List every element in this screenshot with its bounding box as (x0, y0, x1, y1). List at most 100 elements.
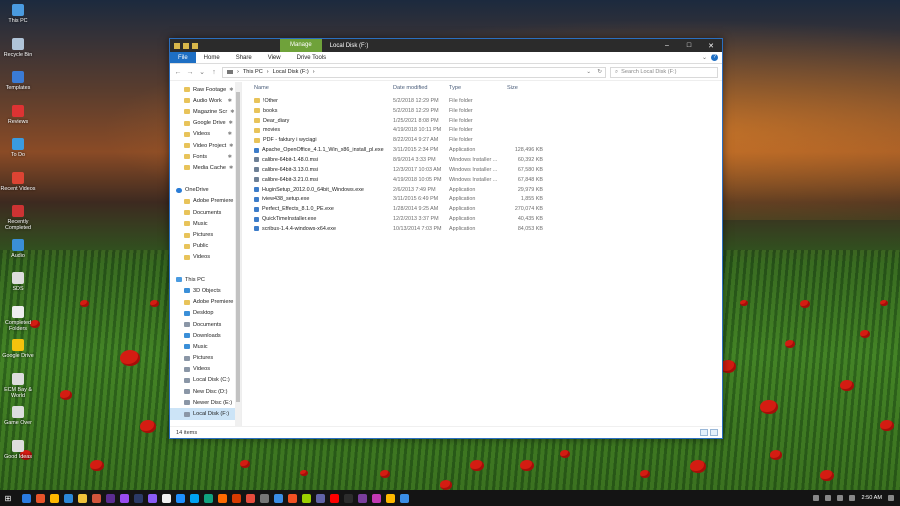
forward-arrow-icon[interactable]: → (186, 69, 194, 76)
taskbar-app-icon[interactable] (120, 493, 129, 503)
desktop-icon[interactable]: Audio (0, 238, 36, 273)
quick-access-toolbar[interactable] (170, 42, 280, 49)
column-date-modified[interactable]: Date modified (393, 85, 449, 91)
column-name[interactable]: Name (242, 85, 393, 91)
nav-item[interactable]: Videos ✱ (170, 129, 241, 140)
taskbar-app-icon[interactable] (64, 493, 73, 503)
address-dropdown-icon[interactable]: ⌄ (586, 69, 591, 75)
nav-item[interactable]: Raw Footage ✱ (170, 84, 241, 95)
taskbar-app-icon[interactable] (50, 493, 59, 503)
nav-item[interactable]: Fonts ✱ (170, 151, 241, 162)
breadcrumb-current[interactable]: Local Disk (F:) (273, 69, 309, 75)
taskbar-app-icon[interactable] (232, 493, 241, 503)
nav-item[interactable]: Local Disk (F:) (170, 408, 241, 420)
desktop-icon[interactable]: Recycle Bin (0, 37, 36, 72)
desktop-icon[interactable]: Recent Videos (0, 171, 36, 206)
ribbon-tab-file[interactable]: File (170, 52, 196, 63)
taskbar-app-icon[interactable] (260, 493, 269, 503)
desktop-icon[interactable]: Google Drive (0, 339, 36, 373)
taskbar-app-icon[interactable] (22, 493, 31, 503)
nav-item[interactable]: Music (170, 341, 241, 352)
nav-item[interactable]: Adobe Premiere (170, 297, 241, 308)
nav-item[interactable]: Videos (170, 364, 241, 375)
address-bar[interactable]: › This PC › Local Disk (F:) › ⌄ ↻ (222, 66, 606, 78)
pin-icon[interactable]: ✱ (229, 143, 233, 149)
nav-item[interactable]: Videos (170, 252, 241, 263)
up-arrow-icon[interactable]: ↑ (210, 69, 218, 76)
taskbar-app-icon[interactable] (246, 493, 255, 503)
volume-icon[interactable] (837, 495, 844, 501)
file-row[interactable]: Dear_diary 1/25/2021 8:08 PM File folder (242, 116, 722, 126)
nav-item[interactable]: Desktop (170, 308, 241, 319)
breadcrumb-this-pc[interactable]: This PC (243, 69, 263, 75)
search-box[interactable]: ⌕ Search Local Disk (F:) (610, 66, 718, 78)
nav-item[interactable]: Magazine Scr ✱ (170, 106, 241, 117)
taskbar-app-icon[interactable] (288, 493, 297, 503)
taskbar-app-icon[interactable] (372, 493, 381, 503)
taskbar-app-icon[interactable] (204, 493, 213, 503)
taskbar-app-icon[interactable] (92, 493, 101, 503)
pin-icon[interactable]: ✱ (229, 87, 233, 93)
file-row[interactable]: calibre-64bit-3.21.0.msi 4/19/2018 10:05 … (242, 175, 722, 185)
desktop-icon[interactable]: Completed Folders (0, 305, 36, 340)
ribbon-tab-drive-tools[interactable]: Drive Tools (289, 52, 335, 63)
taskbar-app-icon[interactable] (358, 493, 367, 503)
column-size[interactable]: Size (507, 85, 543, 91)
taskbar-app-icon[interactable] (148, 493, 157, 503)
nav-item[interactable]: Pictures (170, 229, 241, 240)
pin-icon[interactable]: ✱ (228, 154, 232, 160)
desktop-icon[interactable]: Recently Completed (0, 205, 36, 239)
nav-item[interactable]: Downloads (170, 330, 241, 341)
taskbar-app-icon[interactable] (218, 493, 227, 503)
manage-tab[interactable]: Manage (280, 39, 322, 52)
pin-icon[interactable]: ✱ (228, 131, 232, 137)
taskbar-app-icon[interactable] (78, 493, 87, 503)
nav-item[interactable]: New Disc (D:) (170, 386, 241, 397)
back-arrow-icon[interactable]: ← (174, 69, 182, 76)
file-row[interactable]: !Other 5/2/2018 12:29 PM File folder (242, 96, 722, 106)
taskbar-app-icon[interactable] (344, 493, 353, 503)
file-row[interactable]: calibre-64bit-1.48.0.msi 8/9/2014 3:33 PM… (242, 155, 722, 165)
recent-locations-icon[interactable]: ⌄ (198, 68, 206, 76)
file-row[interactable]: movies 4/19/2018 10:11 PM File folder (242, 126, 722, 136)
taskbar-app-icon[interactable] (106, 493, 115, 503)
nav-scroll-thumb[interactable] (236, 92, 240, 402)
clock[interactable]: 2:50 AM (861, 495, 882, 501)
desktop-icon[interactable]: Good Ideas (0, 439, 36, 474)
maximize-icon[interactable]: □ (678, 42, 700, 50)
nav-item[interactable]: Music (170, 218, 241, 229)
desktop-icon[interactable]: This PC (0, 4, 36, 38)
refresh-icon[interactable]: ↻ (597, 69, 602, 75)
file-row[interactable]: calibre-64bit-3.13.0.msi 12/3/2017 10:03 … (242, 165, 722, 175)
desktop-icon[interactable]: ECM Bay & World (0, 372, 36, 407)
taskbar-app-icon[interactable] (190, 493, 199, 503)
minimize-icon[interactable]: – (656, 42, 678, 50)
file-row[interactable]: scribus-1.4.4-windows-x64.exe 10/13/2014 … (242, 224, 722, 234)
nav-item[interactable]: Audio Work ✱ (170, 95, 241, 106)
file-row[interactable]: iview438_setup.exe 3/11/2015 6:49 PM Appli… (242, 194, 722, 204)
file-row[interactable]: Apache_OpenOffice_4.1.1_Win_x86_install_… (242, 145, 722, 155)
close-icon[interactable]: ✕ (700, 42, 722, 50)
ribbon-tab-view[interactable]: View (260, 52, 289, 63)
nav-item[interactable]: This PC (170, 274, 241, 285)
desktop-icon[interactable]: Templates (0, 71, 36, 105)
taskbar-app-icon[interactable] (134, 493, 143, 503)
file-row[interactable]: PDF - faktury i wyciągi 8/22/2014 9:27 AM… (242, 135, 722, 145)
pin-icon[interactable]: ✱ (229, 120, 233, 126)
file-row[interactable]: HuginSetup_2012.0.0_64bit_Windows.exe 2/6… (242, 185, 722, 195)
help-icon[interactable]: ? (711, 54, 718, 61)
expand-ribbon-icon[interactable]: ⌄ (702, 54, 707, 61)
nav-item[interactable]: Newer Disc (E:) (170, 397, 241, 408)
taskbar-app-icon[interactable] (274, 493, 283, 503)
desktop-icon[interactable]: Game Over (0, 406, 36, 440)
taskbar-app-icon[interactable] (176, 493, 185, 503)
nav-item[interactable]: Media Cache ✱ (170, 162, 241, 173)
column-type[interactable]: Type (449, 85, 507, 91)
taskbar-app-icon[interactable] (386, 493, 395, 503)
nav-item[interactable]: Pictures (170, 353, 241, 364)
nav-scrollbar[interactable] (235, 82, 241, 426)
desktop-icon[interactable]: Reviews (0, 104, 36, 139)
nav-item[interactable]: 3D Objects (170, 285, 241, 296)
file-row[interactable]: Perfect_Effects_8.1.0_PE.exe 1/28/2014 9:… (242, 204, 722, 214)
taskbar-app-icon[interactable] (400, 493, 409, 503)
